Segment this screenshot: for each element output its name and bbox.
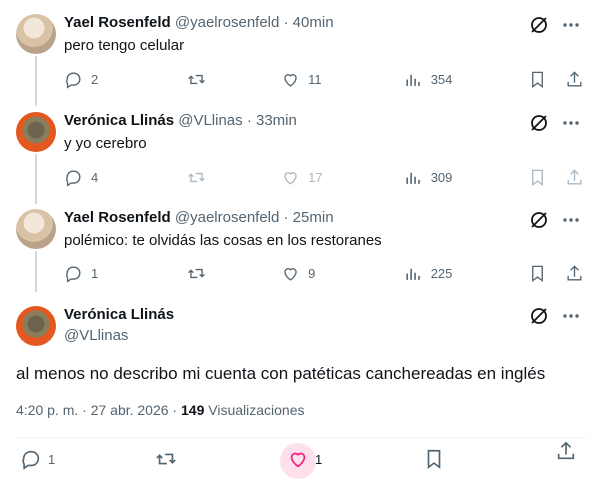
main-tweet-text: al menos no describo mi cuenta con patét… <box>16 364 546 383</box>
thread-line <box>35 251 37 292</box>
author-handle[interactable]: @VLlinas <box>178 112 242 129</box>
retweet-button[interactable] <box>187 168 206 187</box>
bookmark-icon <box>532 265 543 282</box>
grok-icon[interactable] <box>529 306 549 326</box>
views-count: 225 <box>430 265 453 281</box>
tweet-time[interactable]: · 40min <box>284 14 334 31</box>
grok-icon[interactable] <box>529 210 549 230</box>
reply-button[interactable]: 1 <box>20 448 55 470</box>
views-count: 309 <box>430 169 453 185</box>
thread-line <box>35 154 37 204</box>
thread-line <box>35 56 37 106</box>
reply-button[interactable]: 1 <box>64 264 111 283</box>
views-icon <box>406 74 420 86</box>
like-button[interactable]: 9 <box>281 264 328 283</box>
retweet-icon <box>187 172 205 182</box>
heart-icon <box>284 171 297 185</box>
tweet-text: pero tengo celular <box>64 37 185 54</box>
reply-icon <box>22 450 40 470</box>
retweet-button[interactable] <box>155 448 177 470</box>
like-count: 1 <box>315 451 323 467</box>
avatar[interactable] <box>16 209 56 249</box>
tweet-header: Yael Rosenfeld @yaelrosenfeld · 40min <box>64 13 334 33</box>
share-icon <box>557 441 575 460</box>
reply-count: 4 <box>91 169 99 185</box>
like-button[interactable]: 11 <box>281 70 328 89</box>
views-icon <box>406 172 420 184</box>
author-name[interactable]: Verónica Llinás <box>64 305 174 325</box>
author-name[interactable]: Yael Rosenfeld <box>64 209 171 226</box>
retweet-icon <box>156 453 176 465</box>
more-icon[interactable] <box>561 113 581 133</box>
share-button[interactable] <box>555 440 577 462</box>
author-handle[interactable]: @yaelrosenfeld <box>175 209 279 226</box>
author-name[interactable]: Yael Rosenfeld <box>64 14 171 31</box>
views-button[interactable]: 309 <box>404 168 453 187</box>
grok-icon[interactable] <box>529 15 549 35</box>
bookmark-button[interactable] <box>528 168 547 187</box>
tweet-time[interactable]: · 33min <box>247 112 297 129</box>
tweet-actions: 2 11 354 <box>64 69 584 89</box>
tweet-time[interactable]: · 25min <box>284 209 334 226</box>
heart-icon <box>284 267 297 281</box>
like-count: 11 <box>308 71 322 87</box>
author-handle[interactable]: @VLlinas <box>64 326 128 346</box>
like-count: 9 <box>308 265 316 281</box>
retweet-button[interactable] <box>187 264 206 283</box>
share-icon <box>567 264 582 281</box>
tweet-header: Verónica Llinás @VLlinas · 33min <box>64 111 297 131</box>
share-icon <box>567 168 582 185</box>
author-handle[interactable]: @yaelrosenfeld <box>175 14 279 31</box>
tweet-meta: 4:20 p. m. · 27 abr. 2026 · 149 Visualiz… <box>16 401 305 419</box>
more-icon[interactable] <box>561 15 581 35</box>
views-count: 354 <box>430 71 453 87</box>
reply-count: 1 <box>91 265 99 281</box>
bookmark-button[interactable] <box>423 448 445 470</box>
more-icon[interactable] <box>561 306 581 326</box>
retweet-icon <box>187 268 205 278</box>
views-label[interactable]: Visualizaciones <box>204 402 304 418</box>
retweet-button[interactable] <box>187 70 206 89</box>
tweet-text: polémico: te olvidás las cosas en los re… <box>64 232 382 249</box>
reply-count: 2 <box>91 71 99 87</box>
reply-button[interactable]: 2 <box>64 70 111 89</box>
tweet-text: y yo cerebro <box>64 135 147 152</box>
tweet-header: Yael Rosenfeld @yaelrosenfeld · 25min <box>64 208 334 228</box>
like-button[interactable]: 17 <box>281 168 328 187</box>
heart-icon <box>284 73 297 87</box>
share-button[interactable] <box>565 168 584 187</box>
author-name[interactable]: Verónica Llinás <box>64 112 174 129</box>
reply-button[interactable]: 4 <box>64 168 111 187</box>
tweet-datetime[interactable]: 4:20 p. m. · 27 abr. 2026 · <box>16 402 181 418</box>
views-icon <box>406 268 420 280</box>
views-count[interactable]: 149 <box>181 402 204 418</box>
bookmark-button[interactable] <box>528 70 547 89</box>
like-count: 17 <box>308 169 323 185</box>
reply-count: 1 <box>48 451 56 467</box>
main-actions: 1 1 <box>18 441 587 476</box>
share-button[interactable] <box>565 70 584 89</box>
divider <box>16 437 587 438</box>
reply-icon <box>66 265 81 283</box>
share-icon <box>567 70 582 87</box>
bookmark-icon <box>427 449 441 469</box>
bookmark-icon <box>532 71 543 88</box>
tweet-actions: 1 9 225 <box>64 263 584 283</box>
bookmark-icon <box>532 169 543 186</box>
avatar[interactable] <box>16 112 56 152</box>
reply-icon <box>66 169 81 187</box>
reply-icon <box>66 71 81 89</box>
more-icon[interactable] <box>561 210 581 230</box>
share-button[interactable] <box>565 264 584 283</box>
avatar[interactable] <box>16 14 56 54</box>
tweet-actions: 4 17 309 <box>64 167 584 187</box>
grok-icon[interactable] <box>529 113 549 133</box>
retweet-icon <box>187 74 205 84</box>
like-button[interactable]: 1 <box>287 448 322 470</box>
avatar[interactable] <box>16 306 56 346</box>
bookmark-button[interactable] <box>528 264 547 283</box>
heart-icon <box>290 452 306 468</box>
views-button[interactable]: 225 <box>404 264 453 283</box>
views-button[interactable]: 354 <box>404 70 453 89</box>
